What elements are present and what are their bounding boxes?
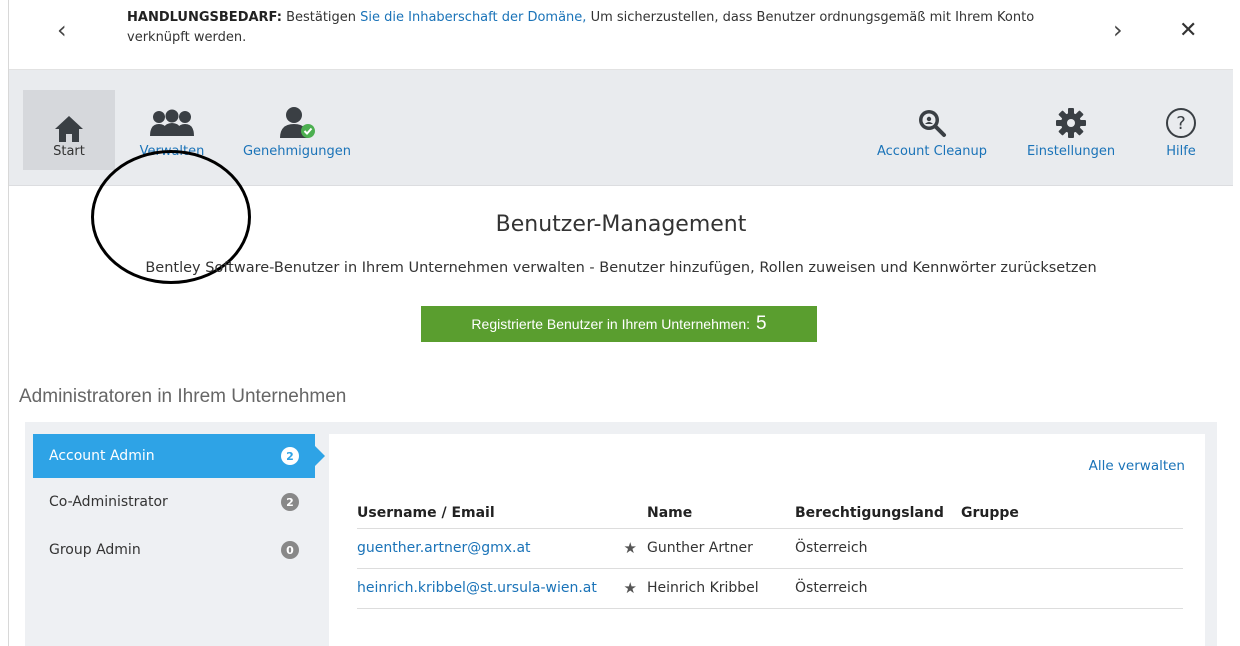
role-label: Account Admin [49, 448, 155, 464]
tab-help[interactable]: ? Hilfe [1151, 70, 1211, 186]
role-label: Group Admin [49, 542, 141, 558]
notification-heading: HANDLUNGSBEDARF: [127, 10, 282, 25]
count-badge: 0 [281, 541, 299, 559]
tab-approvals[interactable]: Genehmigungen [241, 70, 353, 186]
role-label: Co-Administrator [49, 494, 168, 510]
registered-users-label: Registrierte Benutzer in Ihrem Unternehm… [471, 316, 750, 332]
table-header-row: Username / Email Name Berechtigungsland … [357, 498, 1183, 529]
role-co-administrator[interactable]: Co-Administrator 2 [33, 480, 315, 524]
tab-start-label: Start [53, 144, 85, 159]
user-country: Österreich [795, 528, 961, 569]
tab-help-label: Hilfe [1166, 144, 1196, 159]
notification-text-before: Bestätigen [286, 10, 357, 25]
user-email-link[interactable]: heinrich.kribbel@st.ursula-wien.at [357, 580, 597, 596]
gear-icon [1019, 106, 1123, 140]
star-icon[interactable]: ★ [605, 568, 647, 609]
question-icon: ? [1151, 106, 1211, 140]
column-header-name[interactable]: Name [647, 498, 795, 529]
count-badge: 2 [281, 447, 299, 465]
main-toolbar: Start Verwalten Genehmigungen Account Cl… [9, 70, 1233, 284]
admins-panel: Account Admin 2 Co-Administrator 2 Group… [25, 422, 1217, 646]
chevron-right-icon[interactable]: › [1113, 16, 1123, 44]
users-group-icon [129, 106, 215, 140]
registered-users-count: 5 [756, 313, 767, 334]
column-header-username[interactable]: Username / Email [357, 498, 605, 529]
close-icon[interactable]: ✕ [1179, 18, 1197, 43]
user-country: Österreich [795, 568, 961, 609]
manage-all-link[interactable]: Alle verwalten [1089, 458, 1185, 474]
user-check-icon [241, 106, 353, 140]
table-row: heinrich.kribbel@st.ursula-wien.at ★ Hei… [357, 568, 1183, 609]
tab-settings-label: Einstellungen [1026, 144, 1116, 159]
count-badge: 2 [281, 493, 299, 511]
star-icon[interactable]: ★ [605, 528, 647, 569]
user-email-link[interactable]: guenther.artner@gmx.at [357, 540, 531, 556]
table-row: guenther.artner@gmx.at ★ Gunther Artner … [357, 528, 1183, 569]
chevron-left-icon[interactable]: ‹ [57, 16, 67, 44]
search-users-icon [873, 106, 991, 140]
admins-list-panel: Alle verwalten Username / Email Name Ber… [329, 434, 1205, 646]
column-header-star [605, 498, 647, 529]
admins-heading: Administratoren in Ihrem Unternehmen [19, 386, 347, 407]
notification-bar: ‹ HANDLUNGSBEDARF: Bestätigen Sie die In… [9, 0, 1233, 70]
tab-start[interactable]: Start [23, 90, 115, 170]
tab-settings[interactable]: Einstellungen [1019, 70, 1123, 186]
role-group-admin[interactable]: Group Admin 0 [33, 528, 315, 572]
column-header-group[interactable]: Gruppe [961, 498, 1183, 529]
column-header-country[interactable]: Berechtigungsland [795, 498, 961, 529]
user-group [961, 568, 1183, 609]
page-title: Benutzer-Management [495, 212, 747, 237]
role-account-admin[interactable]: Account Admin 2 [33, 434, 325, 478]
registered-users-button[interactable]: Registrierte Benutzer in Ihrem Unternehm… [421, 306, 817, 342]
app-frame: ‹ HANDLUNGSBEDARF: Bestätigen Sie die In… [8, 0, 1240, 646]
domain-ownership-link[interactable]: Sie die Inhaberschaft der Domäne, [360, 10, 586, 25]
page-subtitle: Bentley Software-Benutzer in Ihrem Unter… [145, 260, 1097, 276]
tab-approvals-label: Genehmigungen [242, 144, 352, 159]
tab-account-cleanup[interactable]: Account Cleanup [873, 70, 991, 186]
user-group [961, 528, 1183, 569]
user-name: Gunther Artner [647, 528, 795, 569]
home-icon [23, 112, 115, 146]
tab-account-cleanup-label: Account Cleanup [876, 144, 987, 159]
user-name: Heinrich Kribbel [647, 568, 795, 609]
notification-message: HANDLUNGSBEDARF: Bestätigen Sie die Inha… [127, 8, 1077, 48]
svg-text:?: ? [1176, 113, 1186, 134]
admins-table: Username / Email Name Berechtigungsland … [357, 498, 1183, 609]
